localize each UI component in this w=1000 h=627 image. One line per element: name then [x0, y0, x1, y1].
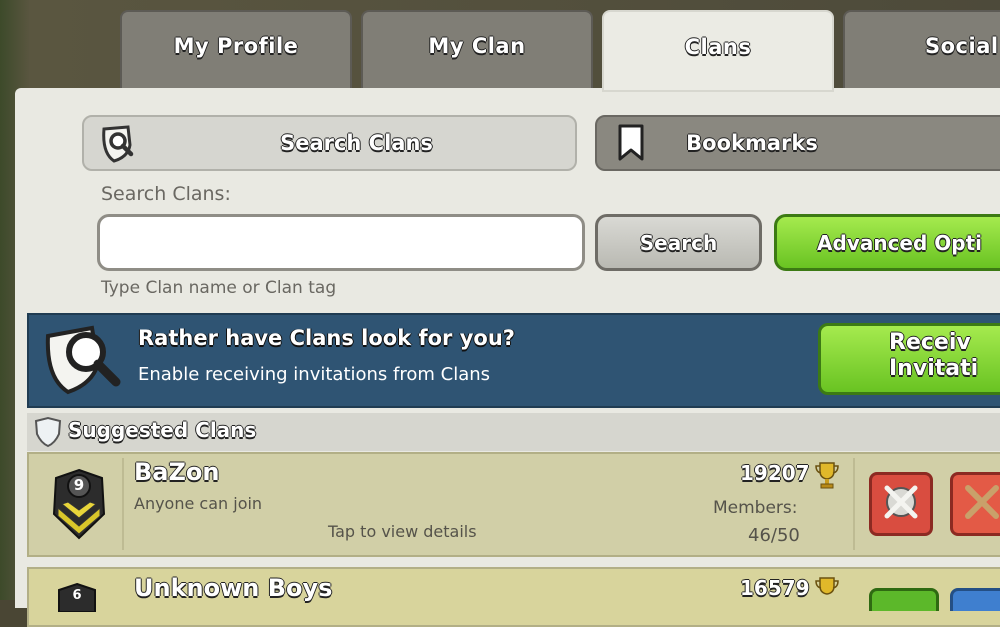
bookmarks-tab-button[interactable]: Bookmarks — [595, 115, 1000, 171]
banner-subtitle: Enable receiving invitations from Clans — [138, 364, 491, 385]
suggested-clans-title: Suggested Clans — [68, 418, 257, 442]
row-divider — [122, 458, 124, 550]
magnifier-shield-icon — [98, 123, 138, 163]
tab-label: Clans — [684, 35, 752, 59]
tab-label: Social — [925, 34, 999, 58]
tap-to-view-details: Tap to view details — [328, 522, 477, 541]
clan-name: Unknown Boys — [134, 574, 333, 602]
receive-invitations-button[interactable]: Receiv Invitati — [818, 323, 1000, 395]
tab-social[interactable]: Social — [843, 10, 1000, 90]
shield-icon — [33, 416, 63, 448]
magnifier-shield-icon — [40, 322, 125, 397]
clan-trophies: 19207 — [740, 461, 810, 485]
tab-label: My Profile — [173, 34, 299, 58]
tab-clans[interactable]: Clans — [602, 10, 834, 92]
clan-name: BaZon — [134, 458, 220, 486]
clan-level: 9 — [73, 476, 85, 494]
search-clans-label: Search Clans — [280, 131, 433, 155]
tab-my-clan[interactable]: My Clan — [361, 10, 593, 90]
search-field-label: Search Clans: — [101, 183, 231, 205]
crossed-swords-icon — [960, 480, 1000, 528]
bookmark-icon — [611, 123, 651, 163]
trophy-icon — [814, 461, 840, 489]
advanced-options-button[interactable]: Advanced Opti — [774, 214, 1000, 271]
war-log-button[interactable] — [950, 472, 1000, 536]
search-button-label: Search — [639, 230, 718, 255]
clan-type: Anyone can join — [134, 494, 263, 513]
members-label: Members: — [713, 498, 798, 518]
search-clans-tab-button[interactable]: Search Clans — [82, 115, 577, 171]
tab-my-profile[interactable]: My Profile — [120, 10, 352, 90]
banner-title: Rather have Clans look for you? — [138, 326, 515, 350]
bookmarks-label: Bookmarks — [686, 131, 818, 155]
members-count: 46/50 — [748, 525, 800, 546]
row-divider — [853, 458, 855, 550]
clan-search-input[interactable] — [97, 214, 585, 271]
search-button[interactable]: Search — [595, 214, 762, 271]
advanced-options-label: Advanced Opti — [817, 230, 982, 255]
clan-war-button[interactable] — [869, 472, 933, 536]
clan-level: 6 — [72, 588, 82, 603]
clan-trophies: 16579 — [740, 576, 810, 600]
tab-label: My Clan — [428, 34, 526, 58]
search-hint: Type Clan name or Clan tag — [101, 278, 337, 298]
crossed-swords-icon — [879, 480, 923, 528]
